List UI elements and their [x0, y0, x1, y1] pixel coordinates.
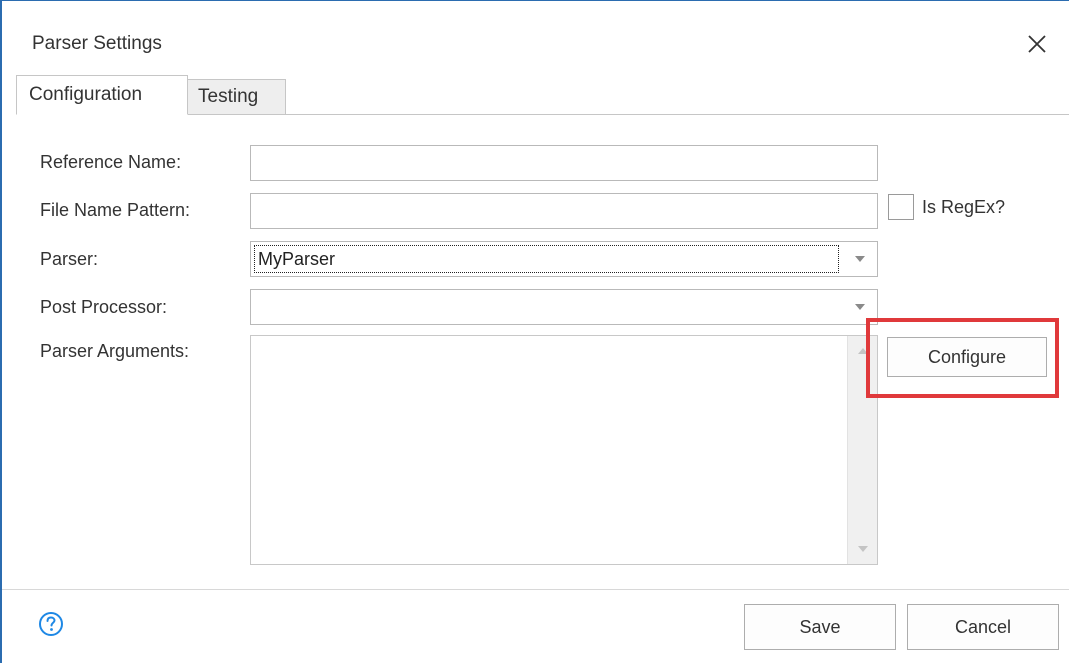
cancel-button[interactable]: Cancel: [907, 604, 1059, 650]
chevron-down-icon: [855, 304, 865, 310]
reference-name-input[interactable]: [250, 145, 878, 181]
parser-dropdown-button[interactable]: [843, 242, 877, 276]
chevron-down-icon: [855, 256, 865, 262]
parser-select[interactable]: MyParser: [250, 241, 878, 277]
post-processor-select[interactable]: [250, 289, 878, 325]
close-icon[interactable]: [1027, 34, 1047, 54]
save-button[interactable]: Save: [744, 604, 896, 650]
dialog-title: Parser Settings: [32, 33, 162, 54]
parser-arguments-label: Parser Arguments:: [40, 341, 190, 361]
parser-label: Parser:: [40, 249, 99, 269]
tab-testing[interactable]: Testing: [188, 79, 286, 115]
tab-configuration[interactable]: Configuration: [16, 75, 188, 115]
close-button[interactable]: [1020, 27, 1054, 61]
footer-divider: [2, 589, 1069, 590]
is-regex-checkbox[interactable]: [888, 194, 914, 220]
reference-name-label: Reference Name:: [40, 152, 182, 172]
configure-button[interactable]: Configure: [887, 337, 1047, 377]
scroll-down-button[interactable]: [848, 536, 877, 562]
scroll-down-icon: [857, 546, 868, 552]
file-name-pattern-input[interactable]: [250, 193, 878, 229]
parser-settings-dialog: Parser Settings Configuration Testing Re…: [0, 0, 1069, 663]
parser-selected-value: MyParser: [254, 245, 839, 273]
parser-arguments-textarea[interactable]: [250, 335, 878, 565]
post-processor-label: Post Processor:: [40, 297, 168, 317]
tab-strip: Configuration Testing: [16, 75, 1069, 115]
help-button[interactable]: [38, 611, 64, 637]
is-regex-label: Is RegEx?: [922, 197, 1006, 217]
file-name-pattern-label: File Name Pattern:: [40, 200, 191, 220]
help-icon: [39, 612, 63, 636]
